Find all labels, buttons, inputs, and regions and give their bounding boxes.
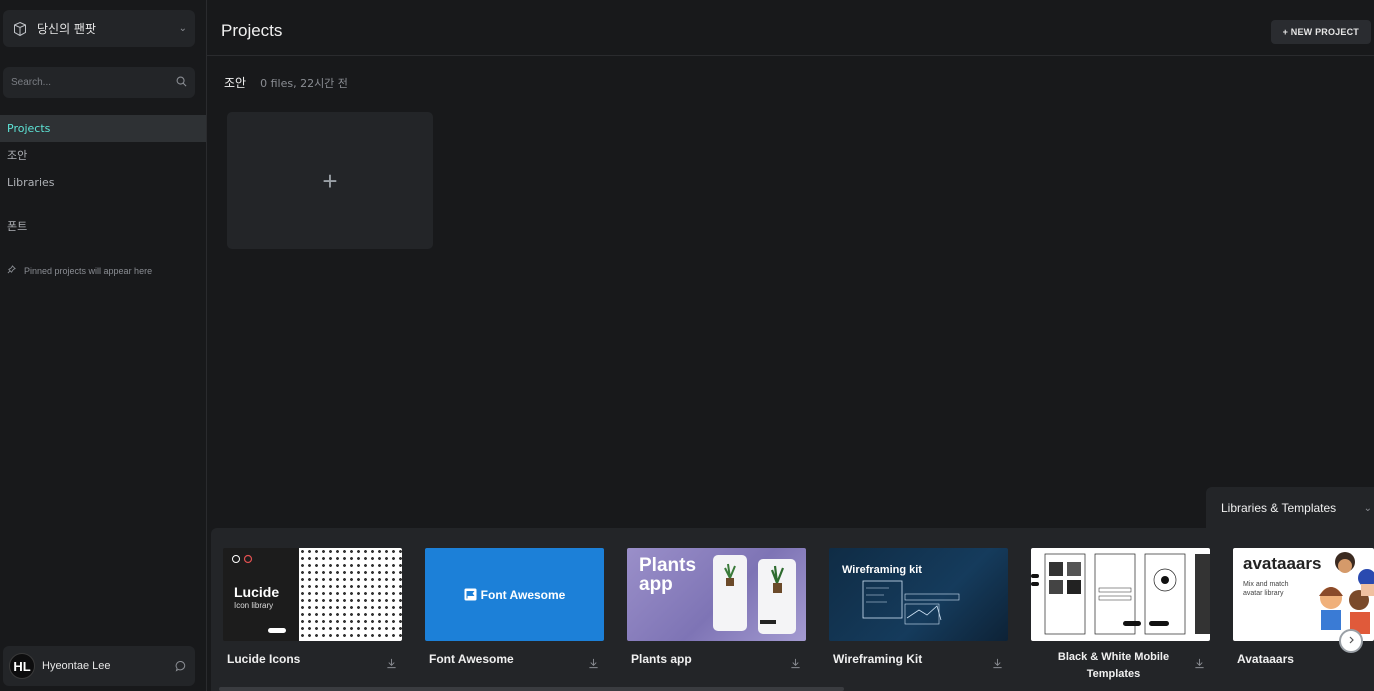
avatar: HL [9, 653, 35, 679]
library-name: Plants app [631, 652, 692, 666]
lucide-thumb-title: Lucide [234, 584, 280, 600]
download-icon[interactable] [1194, 656, 1206, 669]
team-logo-icon [11, 20, 29, 38]
avataaars-thumbnail: avataaars Mix and match avatar library [1233, 548, 1374, 641]
library-card-plants-app[interactable]: Plants app Plants app [627, 548, 806, 669]
plus-icon: + [322, 165, 338, 196]
chevron-right-icon [1347, 635, 1355, 647]
new-project-button[interactable]: + NEW PROJECT [1270, 20, 1371, 44]
bw-templates-thumbnail [1031, 548, 1210, 641]
wireframing-kit-thumbnail: Wireframing kit [829, 548, 1008, 641]
library-name: Wireframing Kit [833, 652, 923, 666]
page-title: Projects [221, 21, 283, 40]
library-name: Avataaars [1237, 652, 1294, 666]
font-awesome-thumb-title: Font Awesome [480, 587, 566, 602]
team-selector[interactable]: 당신의 팬팟 ⌄ [3, 10, 195, 47]
library-card-avataaars[interactable]: avataaars Mix and match avatar library A… [1233, 548, 1374, 666]
download-icon[interactable] [790, 656, 802, 669]
library-card-font-awesome[interactable]: Font Awesome Font Awesome [425, 548, 604, 669]
carousel-next-button[interactable] [1339, 629, 1363, 653]
pin-icon [7, 265, 16, 276]
user-name: Hyeontae Lee [42, 660, 111, 672]
plants-app-thumbnail: Plants app [627, 548, 806, 641]
sidebar: 당신의 팬팟 ⌄ Projects 조안 Libraries 폰트 Pinned… [0, 0, 207, 691]
lucide-thumbnail: Lucide Icon library [223, 548, 402, 641]
library-card-lucide[interactable]: Lucide Icon library Lucide Icons [223, 548, 402, 669]
libraries-templates-toggle[interactable]: Libraries & Templates ⌄ [1206, 487, 1374, 529]
project-name[interactable]: 조안 [224, 74, 246, 91]
library-card-wireframing-kit[interactable]: Wireframing kit Wireframing Kit [829, 548, 1008, 669]
download-icon[interactable] [588, 656, 600, 669]
libraries-templates-label: Libraries & Templates [1221, 501, 1337, 515]
team-name: 당신의 팬팟 [37, 22, 97, 36]
library-name: Font Awesome [429, 652, 514, 666]
search-icon [176, 74, 187, 92]
chat-icon[interactable] [175, 659, 189, 673]
sidebar-item-fonts[interactable]: 폰트 [0, 213, 206, 240]
library-name: Black & White Mobile Templates [1057, 651, 1170, 680]
add-file-card[interactable]: + [227, 112, 433, 249]
libraries-scrollbar[interactable] [219, 687, 844, 691]
flag-icon [464, 588, 477, 601]
pinned-hint-text: Pinned projects will appear here [24, 265, 153, 276]
sidebar-item-projects[interactable]: Projects [0, 115, 206, 142]
user-menu[interactable]: HL Hyeontae Lee [3, 646, 195, 686]
search-input[interactable] [11, 77, 176, 88]
chevron-down-icon: ⌄ [178, 23, 187, 34]
download-icon[interactable] [992, 656, 1004, 669]
library-name: Lucide Icons [227, 652, 301, 666]
lucide-thumb-subtitle: Icon library [234, 601, 274, 610]
sidebar-item-libraries[interactable]: Libraries [0, 169, 206, 196]
sidebar-item-draft[interactable]: 조안 [0, 142, 206, 169]
search-box[interactable] [3, 67, 195, 98]
library-card-bw-mobile-templates[interactable]: Black & White Mobile Templates [1031, 548, 1210, 680]
download-icon[interactable] [386, 656, 398, 669]
project-header: 조안 0 files, 22시간 전 [224, 74, 348, 91]
font-awesome-thumbnail: Font Awesome [425, 548, 604, 641]
chevron-down-icon: ⌄ [1363, 502, 1372, 514]
libraries-panel: Lucide Icon library Lucide Icons Font Aw… [211, 528, 1374, 691]
project-meta: 0 files, 22시간 전 [260, 77, 348, 90]
pinned-hint: Pinned projects will appear here [7, 265, 152, 276]
sidebar-nav: Projects 조안 Libraries 폰트 [0, 115, 206, 240]
page-header: Projects + NEW PROJECT [207, 0, 1374, 56]
